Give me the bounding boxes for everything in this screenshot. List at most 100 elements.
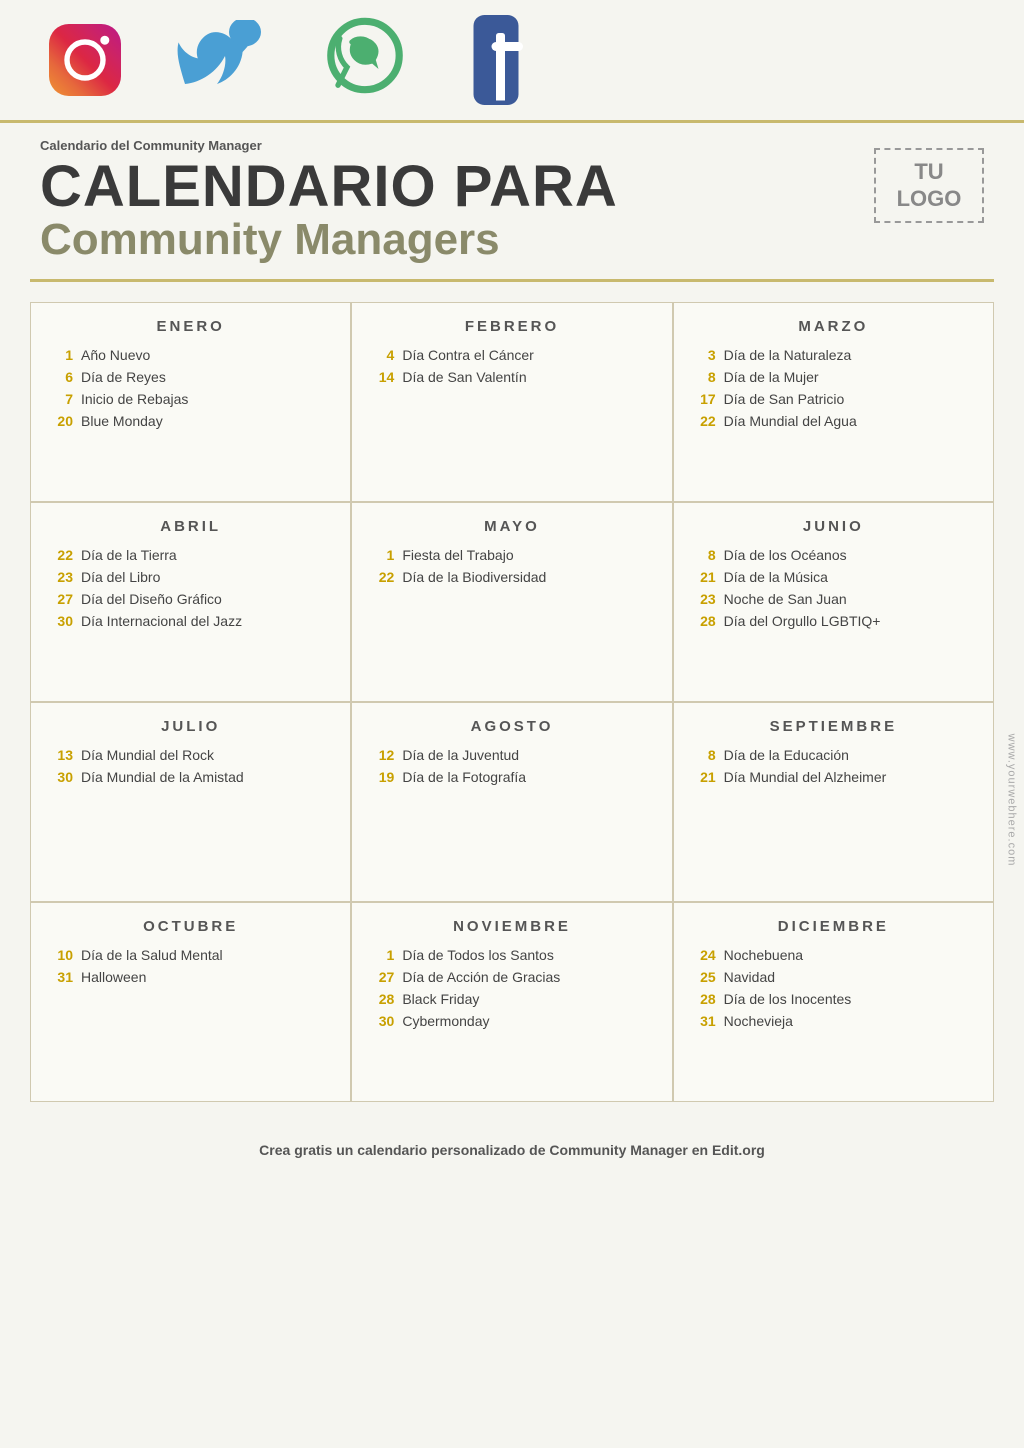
event-name: Día de la Música — [724, 569, 828, 585]
event-day: 13 — [51, 747, 73, 763]
event-item: 10Día de la Salud Mental — [51, 947, 330, 963]
month-cell-noviembre: NOVIEMBRE1Día de Todos los Santos27Día d… — [351, 902, 672, 1102]
event-day: 30 — [372, 1013, 394, 1029]
event-day: 31 — [694, 1013, 716, 1029]
month-cell-febrero: FEBRERO4Día Contra el Cáncer14Día de San… — [351, 302, 672, 502]
month-name: ABRIL — [51, 518, 330, 535]
event-name: Noche de San Juan — [724, 591, 847, 607]
event-list: 10Día de la Salud Mental31Halloween — [51, 947, 330, 985]
event-day: 23 — [51, 569, 73, 585]
event-name: Fiesta del Trabajo — [402, 547, 513, 563]
event-name: Día de la Naturaleza — [724, 347, 852, 363]
month-cell-junio: JUNIO8Día de los Océanos21Día de la Músi… — [673, 502, 994, 702]
event-item: 12Día de la Juventud — [372, 747, 651, 763]
month-cell-octubre: OCTUBRE10Día de la Salud Mental31Hallowe… — [30, 902, 351, 1102]
facebook-icon — [450, 10, 560, 110]
event-day: 27 — [51, 591, 73, 607]
event-day: 24 — [694, 947, 716, 963]
month-name: DICIEMBRE — [694, 918, 973, 935]
month-name: JULIO — [51, 718, 330, 735]
event-name: Año Nuevo — [81, 347, 150, 363]
month-cell-julio: JULIO 13 Día Mundial del Rock 30 Día Mundial… — [30, 702, 351, 902]
event-item: 8Día de la Educación — [694, 747, 973, 763]
event-item: 7 Inicio de Rebajas — [51, 391, 330, 407]
event-day: 21 — [694, 769, 716, 785]
event-item: 3Día de la Naturaleza — [694, 347, 973, 363]
event-name: Día del Orgullo LGBTIQ+ — [724, 613, 881, 629]
side-text: www.yourwebhere.com — [1006, 734, 1018, 867]
title-left: Calendario del Community Manager CALENDA… — [40, 138, 618, 264]
event-day: 21 — [694, 569, 716, 585]
event-name: Día de la Mujer — [724, 369, 819, 385]
event-name: Día de Reyes — [81, 369, 166, 385]
event-day: 22 — [372, 569, 394, 585]
event-day: 27 — [372, 969, 394, 985]
event-name: Nochebuena — [724, 947, 803, 963]
month-name: MAYO — [372, 518, 651, 535]
event-name: Nochevieja — [724, 1013, 793, 1029]
event-item: 28Día del Orgullo LGBTIQ+ — [694, 613, 973, 629]
event-day: 6 — [51, 369, 73, 385]
event-name: Día de los Océanos — [724, 547, 847, 563]
event-list: 3Día de la Naturaleza8Día de la Mujer17D… — [694, 347, 973, 429]
whatsapp-icon — [310, 10, 420, 110]
month-name: MARZO — [694, 318, 973, 335]
month-cell-septiembre: SEPTIEMBRE 8Día de la Educación 21 Día Mund… — [673, 702, 994, 902]
event-item: 30 Día Mundial de la Amistad — [51, 769, 330, 785]
event-name: Día del Libro — [81, 569, 160, 585]
event-name: Día Mundial del Rock — [81, 747, 214, 763]
header-icons-bar — [0, 0, 1024, 123]
month-cell-mayo: MAYO1Fiesta del Trabajo22Día de la Biodi… — [351, 502, 672, 702]
event-item: 21 Día de la Música — [694, 569, 973, 585]
event-day: 8 — [694, 547, 716, 563]
month-cell-marzo: MARZO 3Día de la Naturaleza 8 Día de la Muj… — [673, 302, 994, 502]
event-day: 20 — [51, 413, 73, 429]
event-name: Día de la Salud Mental — [81, 947, 223, 963]
event-name: Día de San Valentín — [402, 369, 526, 385]
event-name: Día Mundial del Alzheimer — [724, 769, 887, 785]
event-item: 1Día de Todos los Santos — [372, 947, 651, 963]
title-divider — [30, 279, 994, 282]
event-name: Día Mundial del Agua — [724, 413, 857, 429]
event-item: 30Cybermonday — [372, 1013, 651, 1029]
event-item: 8 Día de los Océanos — [694, 547, 973, 563]
event-item: 4Día Contra el Cáncer — [372, 347, 651, 363]
main-subtitle: Community Managers — [40, 216, 618, 264]
event-day: 22 — [694, 413, 716, 429]
event-day: 7 — [51, 391, 73, 407]
footer: Crea gratis un calendario personalizado … — [0, 1122, 1024, 1178]
event-item: 14Día de San Valentín — [372, 369, 651, 385]
event-list: 8Día de la Educación 21 Día Mundial del Al… — [694, 747, 973, 785]
event-day: 30 — [51, 613, 73, 629]
event-item: 1Año Nuevo — [51, 347, 330, 363]
event-name: Blue Monday — [81, 413, 163, 429]
event-item: 22Día de la Tierra — [51, 547, 330, 563]
event-day: 28 — [372, 991, 394, 1007]
event-day: 8 — [694, 369, 716, 385]
event-item: 27 Día del Diseño Gráfico — [51, 591, 330, 607]
event-item: 27Día de Acción de Gracias — [372, 969, 651, 985]
event-list: 1Fiesta del Trabajo22Día de la Biodivers… — [372, 547, 651, 585]
event-list: 22Día de la Tierra 23 Día del Libro 27 Día d… — [51, 547, 330, 629]
event-day: 4 — [372, 347, 394, 363]
side-text-wrapper: www.yourwebhere.com — [999, 700, 1024, 900]
month-name: ENERO — [51, 318, 330, 335]
event-name: Día de San Patricio — [724, 391, 845, 407]
event-day: 1 — [372, 547, 394, 563]
month-name: SEPTIEMBRE — [694, 718, 973, 735]
logo-box: TULOGO — [874, 148, 984, 223]
event-day: 30 — [51, 769, 73, 785]
event-name: Inicio de Rebajas — [81, 391, 188, 407]
event-day: 12 — [372, 747, 394, 763]
event-item: 24 Nochebuena — [694, 947, 973, 963]
event-item: 28Black Friday — [372, 991, 651, 1007]
event-name: Día Mundial de la Amistad — [81, 769, 244, 785]
event-name: Día del Diseño Gráfico — [81, 591, 222, 607]
event-list: 8 Día de los Océanos 21 Día de la Música 23N… — [694, 547, 973, 629]
event-item: 19Día de la Fotografía — [372, 769, 651, 785]
event-item: 25Navidad — [694, 969, 973, 985]
event-day: 28 — [694, 991, 716, 1007]
event-item: 22 Día Mundial del Agua — [694, 413, 973, 429]
event-item: 23Noche de San Juan — [694, 591, 973, 607]
month-cell-abril: ABRIL 22Día de la Tierra 23 Día del Libro 27… — [30, 502, 351, 702]
